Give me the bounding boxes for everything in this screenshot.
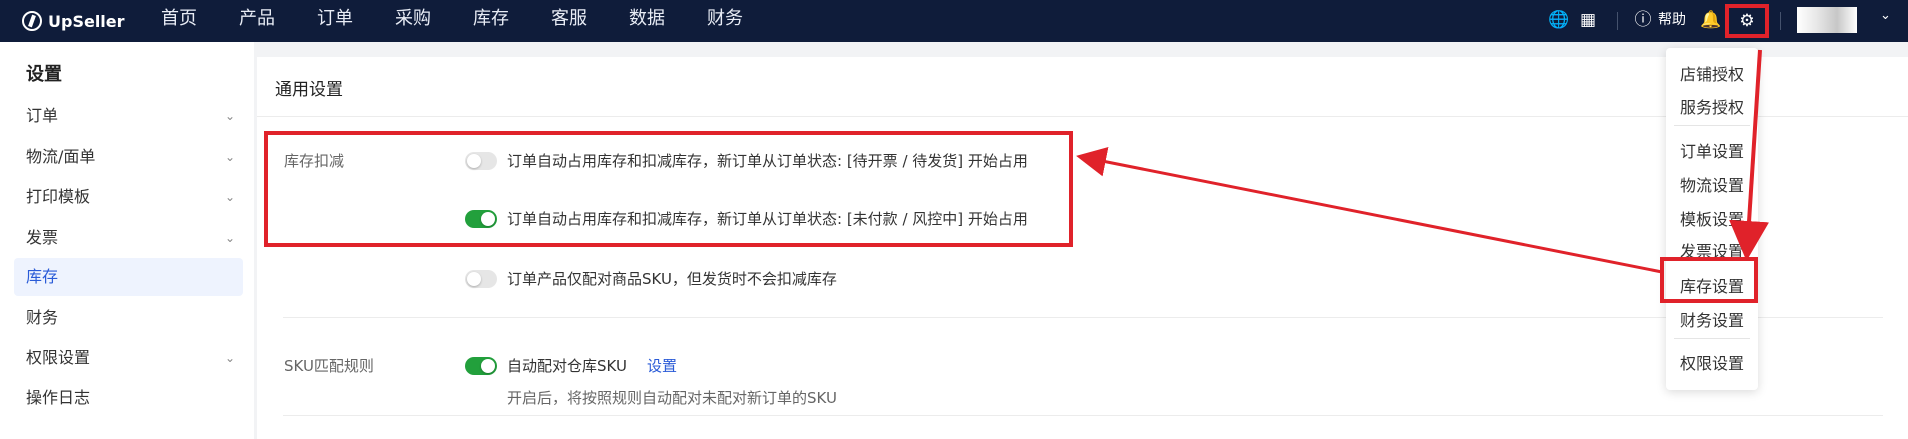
sidebar-item-operation-log[interactable]: 操作日志 (14, 379, 243, 417)
sku-matching-label: SKU匹配规则 (284, 357, 374, 375)
sidebar-title: 设置 (26, 64, 62, 85)
settings-dropdown-menu: 店铺授权 服务授权 订单设置 物流设置 模板设置 发票设置 库存设置 财务设置 … (1666, 48, 1758, 390)
divider (1674, 338, 1750, 339)
apps-grid-icon[interactable]: ▦ (1578, 10, 1598, 30)
main-nav: 首页 产品 订单 采购 库存 客服 数据 财务 (161, 0, 785, 42)
account-avatar[interactable] (1797, 7, 1857, 33)
logo-icon (22, 11, 42, 31)
inventory-option-3-toggle[interactable] (465, 269, 497, 288)
settings-gear-button[interactable]: ⚙ (1725, 4, 1769, 38)
page-title: 通用设置 (275, 80, 343, 100)
nav-item-customer-service[interactable]: 客服 (551, 0, 587, 42)
sidebar-item-label: 打印模板 (26, 187, 91, 206)
sidebar-item-label: 操作日志 (26, 388, 91, 407)
globe-icon[interactable]: 🌐 (1548, 10, 1569, 30)
sku-auto-match-toggle[interactable] (465, 356, 497, 375)
menu-item-permission-settings[interactable]: 权限设置 (1666, 350, 1758, 374)
divider (283, 415, 1883, 416)
highlight-box (264, 131, 1073, 247)
bell-icon[interactable]: 🔔 (1700, 10, 1721, 30)
sidebar-item-finance[interactable]: 财务 (14, 299, 243, 337)
sidebar-item-label: 发票 (26, 228, 59, 247)
settings-sidebar: 设置 订单 ⌄ 物流/面单 ⌄ 打印模板 ⌄ 发票 ⌄ 库存 财务 权限设置 ⌄… (0, 42, 254, 439)
sidebar-item-label: 权限设置 (26, 348, 91, 367)
top-nav-bar: UpSeller 首页 产品 订单 采购 库存 客服 数据 财务 🌐 ▦ ⓘ 帮… (0, 0, 1908, 42)
chevron-down-icon: ⌄ (224, 231, 235, 245)
chevron-down-icon: ⌄ (224, 351, 235, 365)
divider (1780, 12, 1781, 30)
sku-settings-link[interactable]: 设置 (647, 355, 677, 376)
menu-item-order-settings[interactable]: 订单设置 (1666, 138, 1758, 162)
divider (1674, 125, 1750, 126)
sidebar-item-label: 订单 (26, 106, 59, 125)
divider (257, 116, 1908, 117)
nav-item-finance[interactable]: 财务 (707, 0, 743, 42)
divider (283, 317, 1883, 318)
inventory-option-3: 订单产品仅配对商品SKU，但发货时不会扣减库存 (465, 268, 837, 289)
sidebar-item-label: 财务 (26, 308, 59, 327)
nav-item-inventory[interactable]: 库存 (473, 0, 509, 42)
sku-auto-match-option: 自动配对仓库SKU 设置 (465, 355, 677, 376)
chevron-down-icon: ⌄ (224, 109, 235, 123)
nav-item-home[interactable]: 首页 (161, 0, 197, 42)
menu-item-service-auth[interactable]: 服务授权 (1666, 94, 1758, 118)
nav-item-data[interactable]: 数据 (629, 0, 665, 42)
help-icon[interactable]: ⓘ (1633, 10, 1653, 30)
inventory-option-3-text: 订单产品仅配对商品SKU，但发货时不会扣减库存 (507, 270, 837, 288)
nav-item-orders[interactable]: 订单 (317, 0, 353, 42)
general-settings-panel: 通用设置 库存扣减 订单自动占用库存和扣减库存，新订单从订单状态: [待开票 /… (257, 57, 1908, 439)
chevron-down-icon: ⌄ (224, 190, 235, 204)
menu-item-store-auth[interactable]: 店铺授权 (1666, 61, 1758, 85)
upseller-logo[interactable]: UpSeller (22, 8, 125, 34)
sidebar-item-inventory[interactable]: 库存 (14, 258, 243, 296)
chevron-down-icon: ⌄ (224, 150, 235, 164)
sidebar-item-label: 库存 (26, 267, 59, 286)
nav-item-products[interactable]: 产品 (239, 0, 275, 42)
menu-item-template-settings[interactable]: 模板设置 (1666, 206, 1758, 230)
nav-item-purchase[interactable]: 采购 (395, 0, 431, 42)
highlight-box (1660, 257, 1758, 303)
sidebar-item-print-templates[interactable]: 打印模板 ⌄ (14, 178, 243, 216)
gear-icon: ⚙ (1739, 11, 1755, 31)
divider (1617, 12, 1618, 30)
sku-auto-match-text: 自动配对仓库SKU (507, 357, 627, 375)
help-label[interactable]: 帮助 (1658, 10, 1686, 30)
menu-item-finance-settings[interactable]: 财务设置 (1666, 307, 1758, 331)
sidebar-item-permissions[interactable]: 权限设置 ⌄ (14, 339, 243, 377)
sidebar-item-label: 物流/面单 (26, 147, 96, 166)
logo-text: UpSeller (48, 11, 125, 31)
menu-item-logistics-settings[interactable]: 物流设置 (1666, 172, 1758, 196)
sidebar-item-logistics[interactable]: 物流/面单 ⌄ (14, 138, 243, 176)
chevron-down-icon[interactable]: ⌄ (1880, 8, 1891, 23)
sku-hint: 开启后，将按照规则自动配对未配对新订单的SKU (507, 389, 837, 407)
sidebar-item-orders[interactable]: 订单 ⌄ (14, 97, 243, 135)
sidebar-item-invoice[interactable]: 发票 ⌄ (14, 219, 243, 257)
